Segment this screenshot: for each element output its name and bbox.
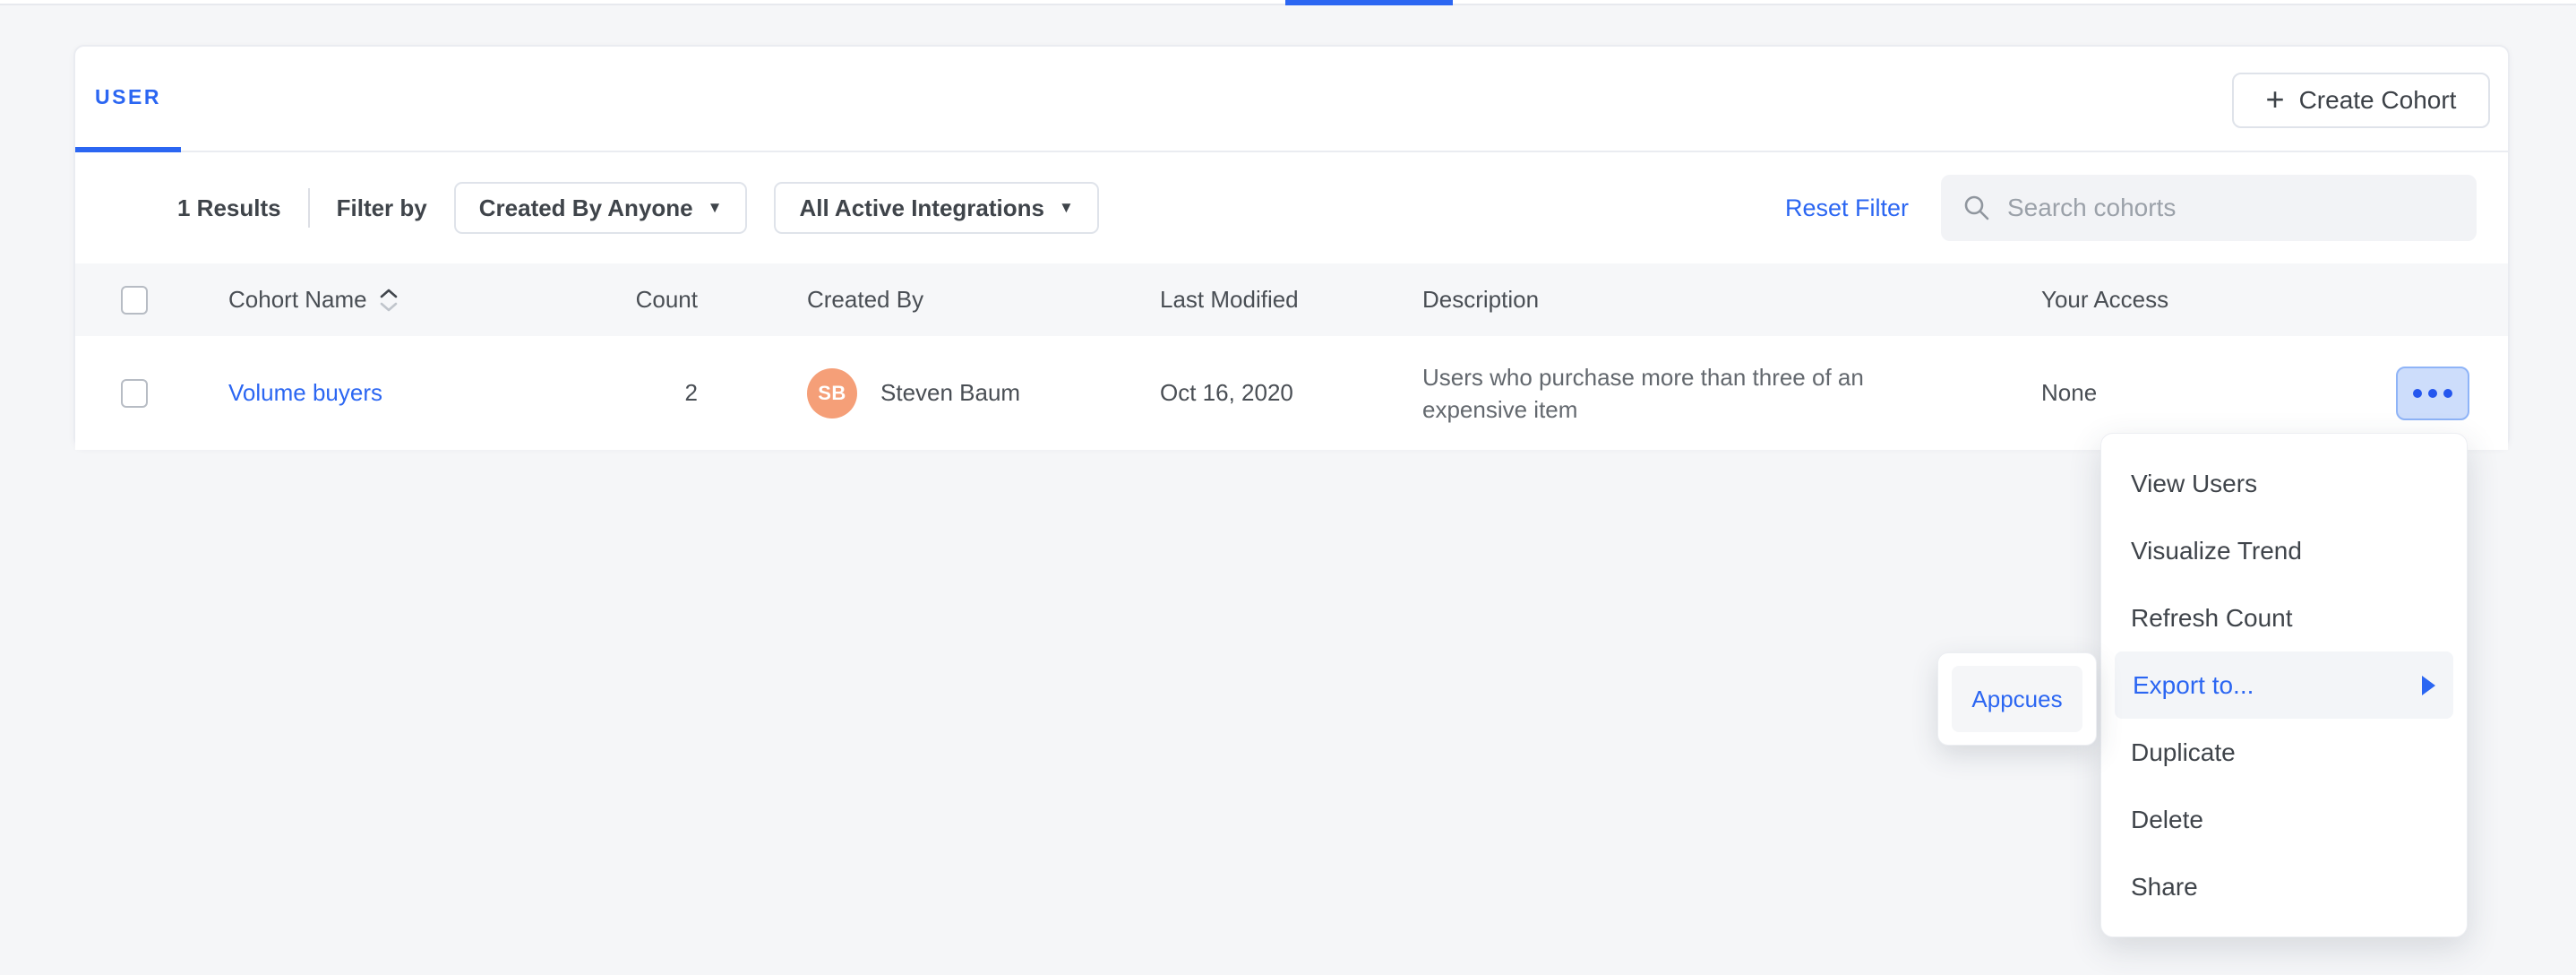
search-icon	[1962, 194, 1991, 222]
menu-item-label: View Users	[2131, 470, 2257, 498]
cohort-name-cell: Volume buyers	[228, 336, 382, 450]
tab-user[interactable]: USER	[75, 47, 181, 152]
menu-item-visualize-trend[interactable]: Visualize Trend	[2101, 517, 2467, 584]
active-nav-indicator	[1285, 0, 1453, 5]
header-count: Count	[577, 263, 698, 336]
plus-icon: +	[2266, 83, 2285, 116]
tab-user-label: USER	[95, 85, 161, 109]
header-created-by: Created By	[807, 263, 923, 336]
menu-item-share[interactable]: Share	[2101, 853, 2467, 920]
header-cohort-name[interactable]: Cohort Name	[228, 263, 399, 336]
filter-divider	[308, 188, 310, 228]
integrations-dropdown-label: All Active Integrations	[799, 194, 1044, 222]
search-input[interactable]	[2007, 194, 2455, 222]
search-box[interactable]	[1941, 175, 2477, 241]
header-last-modified-label: Last Modified	[1160, 286, 1299, 314]
submenu-item-appcues[interactable]: Appcues	[1952, 666, 2082, 732]
row-checkbox[interactable]	[121, 379, 148, 408]
menu-item-label: Visualize Trend	[2131, 537, 2302, 565]
table-header: Cohort Name Count Created By Last Modifi…	[75, 263, 2508, 336]
your-access-cell: None	[2041, 336, 2097, 450]
created-by-cell: SB Steven Baum	[807, 336, 1020, 450]
created-by-dropdown[interactable]: Created By Anyone ▼	[454, 182, 748, 234]
filter-left-group: 1 Results Filter by Created By Anyone ▼ …	[177, 152, 1099, 263]
created-by-dropdown-label: Created By Anyone	[479, 194, 693, 222]
header-your-access-label: Your Access	[2041, 286, 2168, 314]
top-nav-strip	[0, 0, 2576, 5]
sort-icon[interactable]	[378, 288, 399, 313]
header-count-label: Count	[636, 286, 698, 314]
dot-icon	[2413, 389, 2422, 398]
cohorts-card: USER + Create Cohort 1 Results Filter by…	[73, 45, 2510, 448]
description-value: Users who purchase more than three of an…	[1422, 361, 1960, 426]
creator-name: Steven Baum	[880, 379, 1020, 407]
menu-item-label: Duplicate	[2131, 738, 2236, 767]
your-access-value: None	[2041, 379, 2097, 407]
select-all-checkbox[interactable]	[121, 286, 148, 315]
header-your-access: Your Access	[2041, 263, 2168, 336]
chevron-down-icon: ▼	[1059, 199, 1074, 217]
menu-item-view-users[interactable]: View Users	[2101, 450, 2467, 517]
dot-icon	[2443, 389, 2452, 398]
reset-filter-label: Reset Filter	[1785, 194, 1909, 222]
count-cell: 2	[577, 336, 698, 450]
row-context-menu: View Users Visualize Trend Refresh Count…	[2100, 433, 2468, 937]
menu-item-label: Delete	[2131, 806, 2203, 834]
last-modified-value: Oct 16, 2020	[1160, 379, 1293, 407]
chevron-down-icon: ▼	[708, 199, 723, 217]
menu-item-export-to[interactable]: Export to...	[2115, 651, 2453, 719]
avatar-initials: SB	[818, 382, 846, 405]
dot-icon	[2428, 389, 2437, 398]
submenu-arrow-icon	[2422, 676, 2435, 695]
results-count: 1 Results	[177, 194, 281, 222]
menu-item-refresh-count[interactable]: Refresh Count	[2101, 584, 2467, 651]
create-cohort-label: Create Cohort	[2299, 86, 2457, 115]
tab-bar: USER + Create Cohort	[75, 47, 2508, 152]
menu-item-label: Share	[2131, 873, 2198, 902]
last-modified-cell: Oct 16, 2020	[1160, 336, 1293, 450]
filter-by-label: Filter by	[337, 194, 427, 222]
header-cohort-name-label: Cohort Name	[228, 286, 367, 314]
header-description: Description	[1422, 263, 1960, 336]
submenu-item-label: Appcues	[1971, 686, 2062, 713]
menu-item-delete[interactable]: Delete	[2101, 786, 2467, 853]
avatar: SB	[807, 368, 857, 418]
filter-bar: 1 Results Filter by Created By Anyone ▼ …	[75, 152, 2508, 263]
header-checkbox-cell	[121, 263, 148, 336]
menu-item-duplicate[interactable]: Duplicate	[2101, 719, 2467, 786]
count-value: 2	[685, 379, 698, 407]
row-checkbox-cell	[121, 336, 148, 450]
export-submenu: Appcues	[1937, 652, 2097, 746]
reset-filter-link[interactable]: Reset Filter	[1785, 152, 1909, 263]
create-cohort-button[interactable]: + Create Cohort	[2232, 73, 2490, 128]
description-cell: Users who purchase more than three of an…	[1422, 336, 1960, 450]
header-last-modified: Last Modified	[1160, 263, 1299, 336]
header-description-label: Description	[1422, 286, 1539, 314]
cohort-name-link[interactable]: Volume buyers	[228, 379, 382, 407]
menu-item-label: Refresh Count	[2131, 604, 2293, 633]
header-created-by-label: Created By	[807, 286, 923, 314]
integrations-dropdown[interactable]: All Active Integrations ▼	[774, 182, 1098, 234]
menu-item-label: Export to...	[2133, 671, 2254, 700]
more-actions-button[interactable]	[2396, 367, 2469, 420]
